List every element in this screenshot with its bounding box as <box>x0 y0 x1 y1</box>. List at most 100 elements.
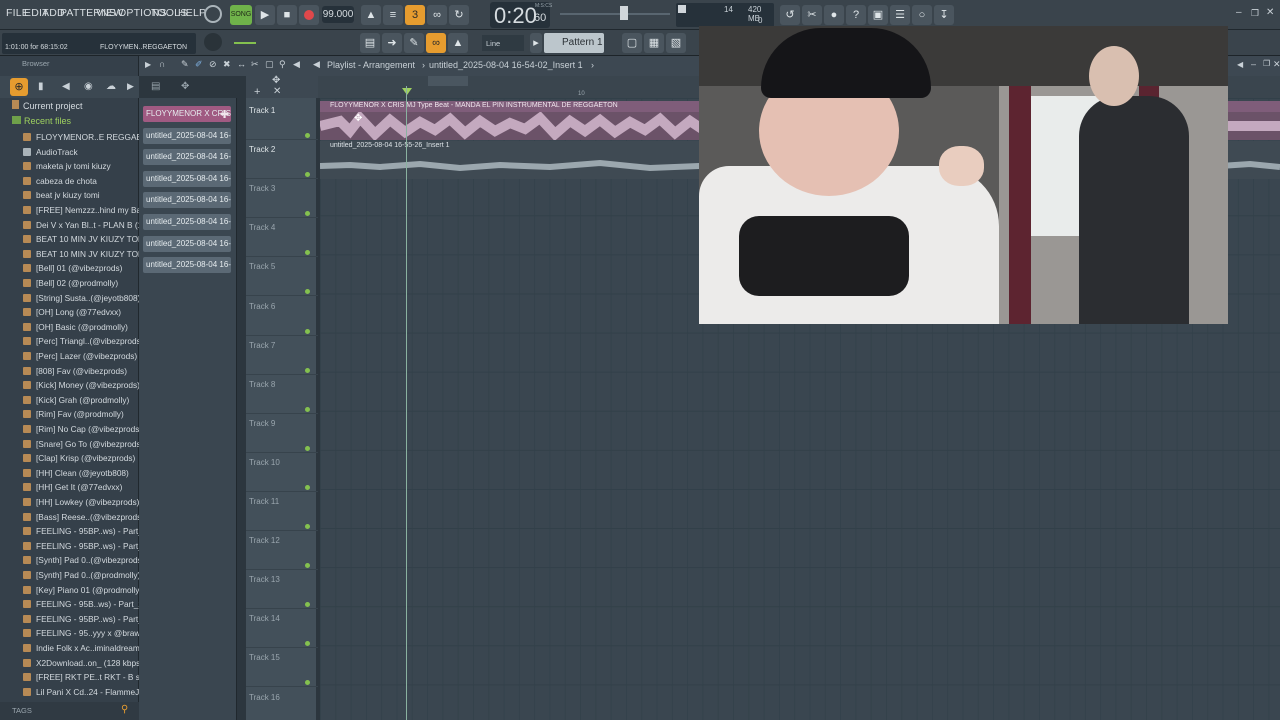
search-icon[interactable]: ⚲ <box>121 704 128 715</box>
browser-item[interactable]: Lil Pani X Cd..24 - FlammeJCP <box>0 685 139 700</box>
close-icon[interactable]: ✕ <box>1266 8 1276 18</box>
browser-file-icon[interactable]: ▮ <box>38 81 44 92</box>
ruler-scroll-region[interactable] <box>428 76 468 86</box>
loop-record-icon[interactable]: ↻ <box>449 5 469 25</box>
browser-item[interactable]: X2Download..on_ (128 kbps) <box>0 656 139 671</box>
link-icon[interactable]: ∞ <box>426 33 446 53</box>
arrow-icon[interactable]: ➜ <box>382 33 402 53</box>
track-header[interactable]: Track 3 <box>246 179 318 219</box>
track-mute-led[interactable] <box>305 133 310 138</box>
slice-tool-icon[interactable]: ✂ <box>251 59 259 70</box>
piano-roll-icon[interactable]: ▦ <box>644 33 664 53</box>
master-volume-knob[interactable] <box>204 5 222 23</box>
track-mute-led[interactable] <box>305 367 310 373</box>
master-pitch-slider[interactable] <box>560 13 670 15</box>
channel-rack-icon[interactable]: ▧ <box>666 33 686 53</box>
track-header[interactable]: Track 6 <box>246 297 318 336</box>
paint-tool-icon[interactable]: ✐ <box>195 59 203 70</box>
track-header[interactable]: Track 1 <box>246 101 318 140</box>
clip-source-button[interactable]: untitled_2025-08-04 16-... <box>143 257 231 274</box>
playlist-close-icon[interactable]: ✕ <box>1273 59 1280 70</box>
metronome-icon[interactable]: ▲ <box>361 5 381 25</box>
picker-left-icon[interactable]: ▤ <box>151 81 160 92</box>
master-pitch-handle[interactable] <box>620 6 628 20</box>
browser-item[interactable]: FLOYYMENOR..E REGGAETON <box>0 130 139 145</box>
slip-tool-icon[interactable]: ↔ <box>237 59 246 69</box>
browser-item[interactable]: [Rim] Fav (@prodmolly) <box>0 407 139 422</box>
browser-item[interactable]: Indie Folk x Ac..iminaldream <box>0 641 139 656</box>
zoom-tool-icon[interactable]: ⚲ <box>279 59 286 70</box>
browser-item[interactable]: FEELING - 95BP..ws) - Part_4 <box>0 524 139 539</box>
track-header[interactable]: Track 16 <box>246 688 318 720</box>
browser-item[interactable]: [HH] Lowkey (@vibezprods) <box>0 495 139 510</box>
track-header[interactable]: Track 12 <box>246 531 318 571</box>
track-mute-led[interactable] <box>305 641 310 647</box>
browser-item[interactable]: [Snare] Go To (@vibezprods) <box>0 437 139 452</box>
browser-item[interactable]: [OH] Basic (@prodmolly) <box>0 320 139 335</box>
track-mute-led[interactable] <box>305 484 310 490</box>
tempo-display[interactable]: 99.000 <box>322 6 354 23</box>
playlist-restore-icon[interactable]: ❐ <box>1263 59 1270 68</box>
browser-cloud-icon[interactable]: ☁ <box>106 81 116 92</box>
browser-item[interactable]: [HH] Get It (@77edvxx) <box>0 480 139 495</box>
save-icon[interactable]: ▣ <box>868 5 888 25</box>
browser-next-icon[interactable]: ▶ <box>127 81 134 92</box>
track-header[interactable]: Track 2 <box>246 140 318 180</box>
browser-item[interactable]: [Perc] Triangl..(@vibezprods) <box>0 334 139 349</box>
pitch-knob[interactable] <box>204 33 222 51</box>
track-mute-led[interactable] <box>305 289 310 295</box>
track-header[interactable]: Track 7 <box>246 336 318 375</box>
track-header[interactable]: Track 14 <box>246 609 318 649</box>
browser-item[interactable]: BEAT 10 MIN JV KIUZY TOMI <box>0 232 139 247</box>
playlist-menu-icon[interactable]: ▶ <box>145 60 151 69</box>
playlist-prev-icon[interactable]: ◀ <box>1237 60 1243 69</box>
browser-item[interactable]: [Clap] Krisp (@vibezprods) <box>0 451 139 466</box>
playhead-marker[interactable] <box>402 88 412 95</box>
clip-source-button[interactable]: FLOYYMENOR X CRIS... <box>143 106 231 122</box>
mixer-icon[interactable]: ☰ <box>890 5 910 25</box>
browser-item[interactable]: FEELING - 95BP..ws) - Part_3 <box>0 539 139 554</box>
track-mute-led[interactable] <box>305 445 310 451</box>
browser-item[interactable]: Dei V x Yan Bl..t - PLAN B (1) <box>0 218 139 233</box>
clip-add-icon[interactable]: ✚ <box>220 108 229 121</box>
browser-item[interactable]: BEAT 10 MIN JV KIUZY TOMI <box>0 247 139 262</box>
track-mute-led[interactable] <box>305 250 310 256</box>
clip-source-button[interactable]: untitled_2025-08-04 16-... <box>143 214 231 230</box>
playlist-arrow-icon[interactable]: ◀ <box>313 59 320 70</box>
snap-select[interactable]: Line <box>482 35 524 51</box>
browser-item[interactable]: beat jv kiuzy tomi <box>0 188 139 203</box>
pattern-prev-icon[interactable]: ▸ <box>530 33 542 53</box>
track-mute-led[interactable] <box>305 602 310 608</box>
clip-source-button[interactable]: untitled_2025-08-04 16-... <box>143 127 231 144</box>
cut-icon[interactable]: ✂ <box>802 5 822 25</box>
browser-current-project[interactable]: Current project <box>12 100 83 111</box>
track-mute-led[interactable] <box>305 524 310 529</box>
browser-recent-files[interactable]: Recent files <box>12 116 71 126</box>
browser-item[interactable]: [Bass] Reese..(@vibezprods) <box>0 510 139 525</box>
track-mute-led[interactable] <box>305 563 310 569</box>
help-icon[interactable]: ? <box>846 5 866 25</box>
wait-input-icon[interactable]: ≡ <box>383 5 403 25</box>
pattern-clone-icon[interactable]: ▢ <box>622 33 642 53</box>
record-icon[interactable] <box>299 5 319 25</box>
browser-item[interactable]: [Synth] Pad 0..(@prodmolly) <box>0 568 139 583</box>
track-header[interactable]: Track 15 <box>246 648 318 688</box>
browser-item[interactable]: [Kick] Grah (@prodmolly) <box>0 393 139 408</box>
track-header[interactable]: Track 9 <box>246 414 318 453</box>
delete-tool-icon[interactable]: ⊘ <box>209 59 217 70</box>
download-icon[interactable]: ↧ <box>934 5 954 25</box>
play-icon[interactable]: ▶ <box>255 5 275 25</box>
browser-item[interactable]: [OH] Long (@77edvxx) <box>0 305 139 320</box>
browser-plugin-icon[interactable]: ◉ <box>84 81 93 92</box>
song-mode-toggle[interactable]: SONG <box>230 5 252 25</box>
browser-item[interactable]: FEELING - 95..yyy x @brawss <box>0 626 139 641</box>
browser-all-icon[interactable]: ⊕ <box>10 78 28 96</box>
minimize-icon[interactable]: – <box>1236 8 1246 18</box>
browser-item[interactable]: [Bell] 01 (@vibezprods) <box>0 261 139 276</box>
browser-item[interactable]: [Synth] Pad 0..(@vibezprods) <box>0 553 139 568</box>
select-tool-icon[interactable]: ▢ <box>265 59 274 70</box>
browser-item[interactable]: FEELING - 95B..ws) - Part_2 <box>0 597 139 612</box>
browser-item[interactable]: [HH] Clean (@jeyotb808) <box>0 466 139 481</box>
pencil-icon[interactable]: ✎ <box>404 33 424 53</box>
draw-tool-icon[interactable]: ✎ <box>181 59 189 70</box>
